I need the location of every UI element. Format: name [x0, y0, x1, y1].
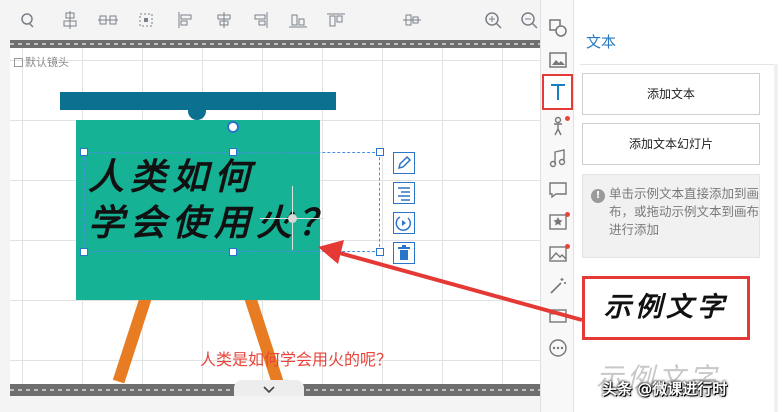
- text-tool-button[interactable]: [542, 74, 573, 110]
- new-badge-dot: [565, 212, 570, 217]
- bottom-strip: [0, 396, 540, 412]
- camera-label-text: 默认镜头: [25, 56, 69, 69]
- edit-icon[interactable]: [393, 152, 415, 174]
- camera-icon: [14, 58, 23, 67]
- rotate-handle[interactable]: [227, 121, 239, 133]
- easel-top-bar: [60, 92, 336, 110]
- new-badge-dot: [565, 244, 570, 249]
- align-hcenter-icon[interactable]: [214, 11, 234, 29]
- align-vcenter-icon[interactable]: [98, 11, 118, 29]
- resize-handle-br[interactable]: [376, 248, 384, 256]
- resize-handle-bottom[interactable]: [229, 248, 237, 256]
- align-right-icon[interactable]: [250, 11, 270, 29]
- magic-wand-icon[interactable]: [548, 276, 568, 296]
- align-top-icon[interactable]: [60, 11, 80, 29]
- hint-text: 单击示例文本直接添加到画布，或拖动示例文本到画布进行添加: [609, 186, 760, 237]
- resize-handle-bl[interactable]: [80, 248, 88, 256]
- selection-box[interactable]: [84, 152, 380, 252]
- film-icon[interactable]: [548, 306, 568, 326]
- animation-icon[interactable]: [393, 212, 415, 234]
- align-text-icon[interactable]: [393, 182, 415, 204]
- text-icon: [551, 84, 565, 100]
- hint-box: ! 单击示例文本直接添加到画布，或拖动示例文本到画布进行添加: [582, 174, 760, 258]
- distribute-icon[interactable]: [136, 11, 156, 29]
- comment-icon[interactable]: [548, 180, 568, 200]
- more-icon[interactable]: [548, 338, 568, 358]
- align-base-icon[interactable]: [402, 11, 422, 29]
- new-badge-dot: [565, 116, 570, 121]
- align-left-icon[interactable]: [176, 11, 196, 29]
- text-panel: 文本 添加文本 添加文本幻灯片 ! 单击示例文本直接添加到画布，或拖动示例文本到…: [574, 0, 782, 412]
- shape-icon[interactable]: [548, 18, 568, 38]
- trash-icon[interactable]: [393, 242, 415, 264]
- pivot-point[interactable]: [288, 214, 297, 223]
- caption-text[interactable]: 人类是如何学会用火的呢？: [200, 346, 392, 370]
- align-bottom-icon[interactable]: [288, 11, 308, 29]
- easel-hook: [188, 110, 206, 120]
- panel-scrollbar[interactable]: [774, 64, 778, 412]
- element-type-column: [540, 0, 574, 412]
- align-middle-icon[interactable]: [326, 11, 346, 29]
- add-text-button[interactable]: 添加文本: [582, 73, 760, 115]
- chevron-down-icon: [263, 386, 275, 394]
- zoom-out-icon[interactable]: [520, 11, 540, 29]
- camera-label: 默认镜头: [14, 54, 69, 70]
- watermark: 头条 @微课进行时: [602, 380, 728, 398]
- image-icon[interactable]: [548, 50, 568, 70]
- resize-handle-tl[interactable]: [80, 148, 88, 156]
- left-edge: [0, 0, 10, 412]
- zoom-in-icon[interactable]: [484, 11, 504, 29]
- add-text-slide-button[interactable]: 添加文本幻灯片: [582, 123, 760, 165]
- resize-handle-top[interactable]: [229, 148, 237, 156]
- panel-divider: [580, 64, 776, 65]
- toolbar: [0, 0, 540, 42]
- collapse-timeline-button[interactable]: [234, 380, 304, 396]
- lasso-icon[interactable]: [18, 11, 38, 29]
- info-icon: !: [591, 189, 605, 203]
- panel-title: 文本: [586, 33, 617, 51]
- canvas[interactable]: 默认镜头 人类如何 学会使用火？ 人类是如何学会用火的呢？: [10, 48, 540, 384]
- resize-handle-tr[interactable]: [376, 148, 384, 156]
- canvas-top-bar: [10, 40, 540, 48]
- music-icon[interactable]: [548, 148, 568, 168]
- sample-text-item[interactable]: 示例文字: [582, 276, 750, 340]
